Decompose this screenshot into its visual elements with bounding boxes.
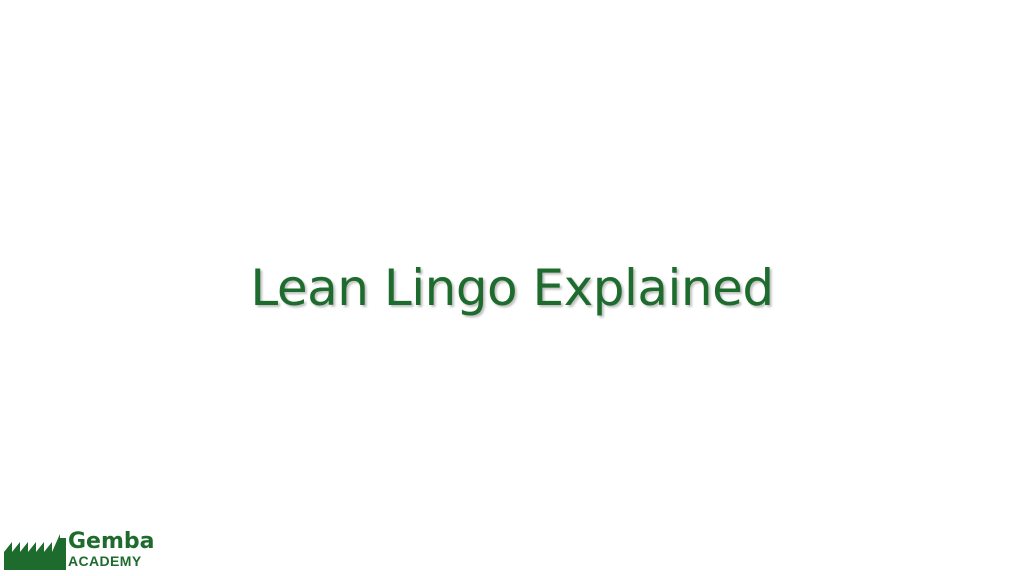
factory-icon xyxy=(4,534,66,570)
slide: Lean Lingo Explained Gemba ACADEMY xyxy=(0,0,1024,576)
slide-title: Lean Lingo Explained xyxy=(250,259,774,317)
logo-wordmark: Gemba xyxy=(68,529,155,554)
gemba-academy-logo: Gemba ACADEMY xyxy=(4,530,164,572)
logo-subtitle: ACADEMY xyxy=(68,553,142,569)
